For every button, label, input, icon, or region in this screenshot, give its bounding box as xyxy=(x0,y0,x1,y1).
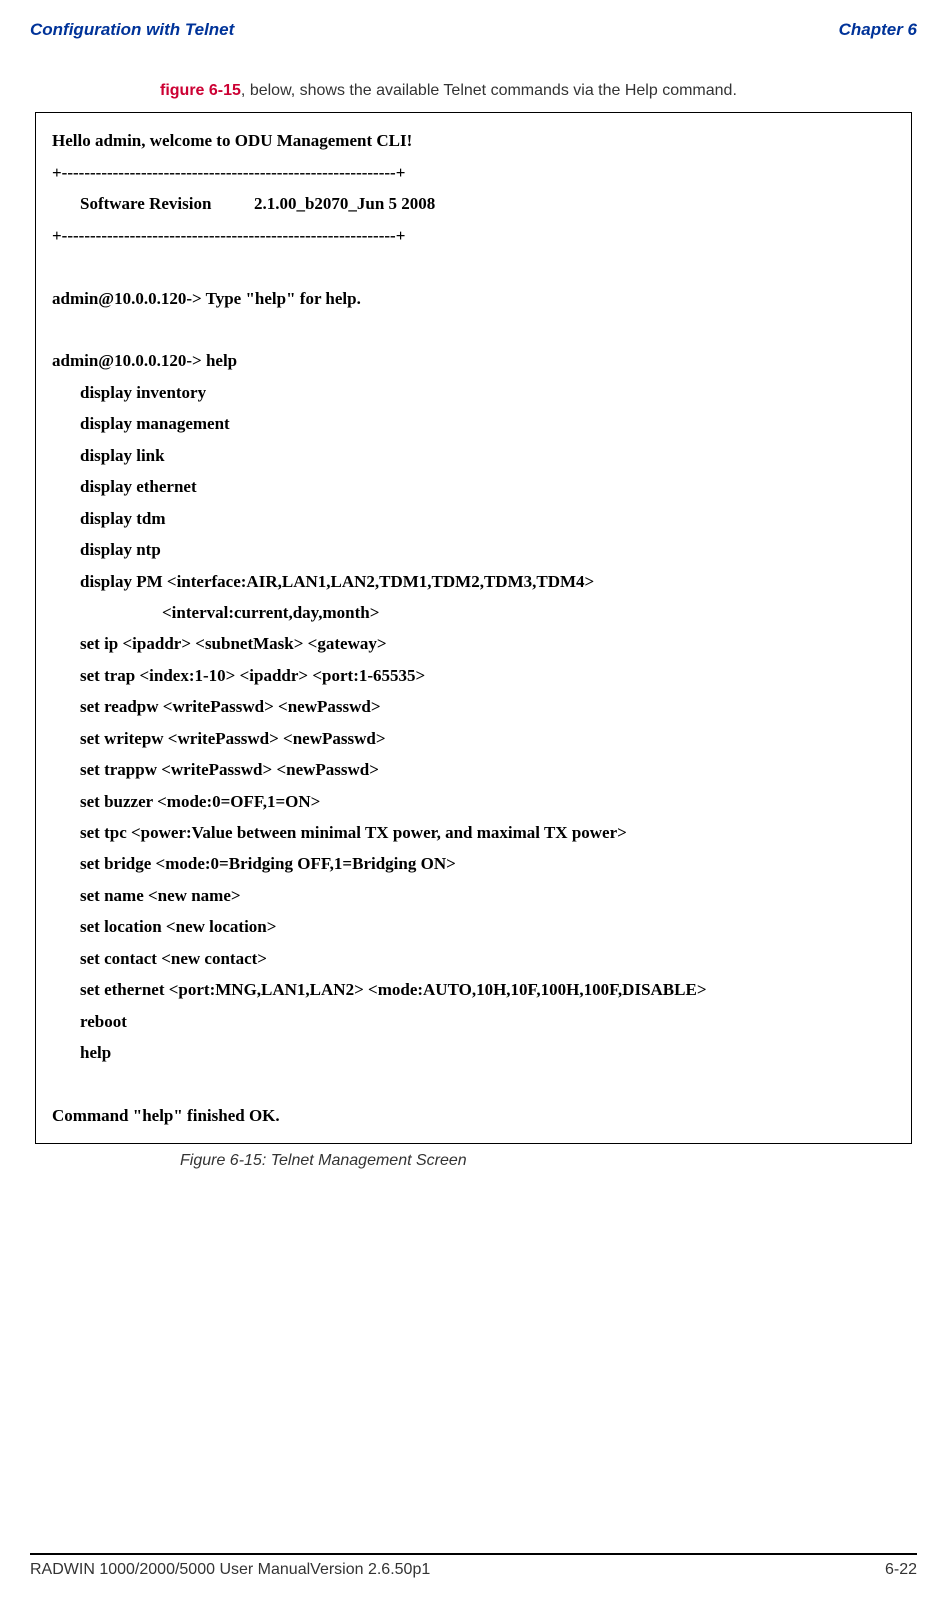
page-header: Configuration with Telnet Chapter 6 xyxy=(30,20,917,40)
header-left: Configuration with Telnet xyxy=(30,20,234,40)
cmd-interval-line: <interval:current,day,month> xyxy=(52,597,895,628)
cmd-line: display ntp xyxy=(52,534,895,565)
footer-left: RADWIN 1000/2000/5000 User ManualVersion… xyxy=(30,1561,430,1579)
welcome-line: Hello admin, welcome to ODU Management C… xyxy=(52,125,895,156)
cmd-line: set trappw <writePasswd> <newPasswd> xyxy=(52,754,895,785)
cmd-line: set buzzer <mode:0=OFF,1=ON> xyxy=(52,786,895,817)
prompt-help-hint: admin@10.0.0.120-> Type "help" for help. xyxy=(52,283,895,314)
telnet-output-box: Hello admin, welcome to ODU Management C… xyxy=(35,112,912,1144)
finished-line: Command "help" finished OK. xyxy=(52,1100,895,1131)
cmd-line: set trap <index:1-10> <ipaddr> <port:1-6… xyxy=(52,660,895,691)
cmd-line: display inventory xyxy=(52,377,895,408)
figure-caption: Figure 6-15: Telnet Management Screen xyxy=(180,1152,917,1170)
cmd-line: set location <new location> xyxy=(52,911,895,942)
figure-reference-link[interactable]: figure 6-15 xyxy=(160,82,241,99)
cmd-line: set contact <new contact> xyxy=(52,943,895,974)
cmd-line: display tdm xyxy=(52,503,895,534)
divider-line: +---------------------------------------… xyxy=(52,157,895,188)
header-right: Chapter 6 xyxy=(839,20,917,40)
cmd-line: set ip <ipaddr> <subnetMask> <gateway> xyxy=(52,628,895,659)
intro-text: figure 6-15, below, shows the available … xyxy=(160,80,887,102)
cmd-line: display ethernet xyxy=(52,471,895,502)
cmd-line: set name <new name> xyxy=(52,880,895,911)
cmd-line: help xyxy=(52,1037,895,1068)
blank-line xyxy=(52,251,895,282)
cmd-line: set writepw <writePasswd> <newPasswd> xyxy=(52,723,895,754)
cmd-line: reboot xyxy=(52,1006,895,1037)
cmd-line: display PM <interface:AIR,LAN1,LAN2,TDM1… xyxy=(52,566,895,597)
cmd-line: display management xyxy=(52,408,895,439)
prompt-help-cmd: admin@10.0.0.120-> help xyxy=(52,345,895,376)
intro-rest: , below, shows the available Telnet comm… xyxy=(241,82,737,99)
cmd-line: set tpc <power:Value between minimal TX … xyxy=(52,817,895,848)
divider-line: +---------------------------------------… xyxy=(52,220,895,251)
cmd-line: display link xyxy=(52,440,895,471)
blank-line xyxy=(52,1069,895,1100)
cmd-line: set readpw <writePasswd> <newPasswd> xyxy=(52,691,895,722)
software-revision-line: Software Revision 2.1.00_b2070_Jun 5 200… xyxy=(52,188,895,219)
footer-right: 6-22 xyxy=(885,1561,917,1579)
sw-label: Software Revision xyxy=(80,194,211,213)
blank-line xyxy=(52,314,895,345)
cmd-line: set ethernet <port:MNG,LAN1,LAN2> <mode:… xyxy=(52,974,895,1005)
page-footer: RADWIN 1000/2000/5000 User ManualVersion… xyxy=(30,1553,917,1579)
sw-value: 2.1.00_b2070_Jun 5 2008 xyxy=(254,194,435,213)
cmd-line: set bridge <mode:0=Bridging OFF,1=Bridgi… xyxy=(52,848,895,879)
